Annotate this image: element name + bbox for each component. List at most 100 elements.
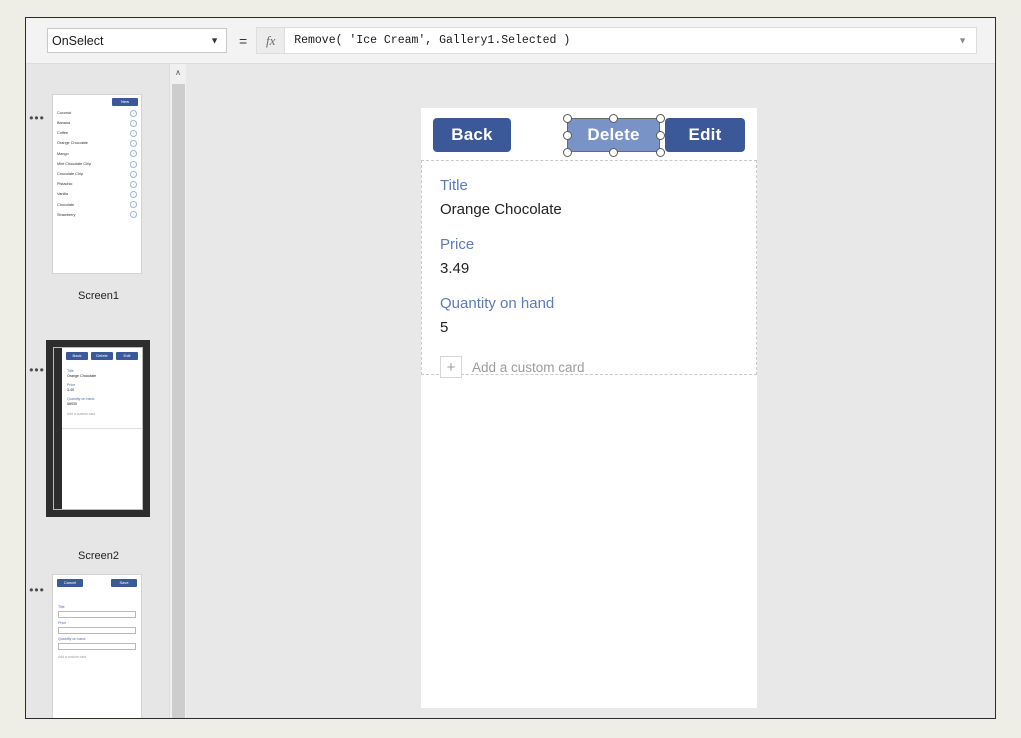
list-item: Pistachio › xyxy=(53,179,141,189)
back-button[interactable]: Back xyxy=(433,118,511,152)
thumb-gallery-list: Coconut › Banana › Coffee › Orange Choco… xyxy=(53,108,141,220)
chevron-right-icon: › xyxy=(130,140,137,148)
chevron-right-icon: › xyxy=(130,180,137,188)
studio-body: ••• New Coconut › Banana › Coffee › Oran… xyxy=(26,64,995,718)
plus-icon[interactable]: + xyxy=(440,356,462,378)
screen1-thumbnail[interactable]: New Coconut › Banana › Coffee › Orange C… xyxy=(52,94,142,274)
list-item-label: Coffee xyxy=(57,131,69,136)
thumb-delete-button: Delete xyxy=(91,352,113,360)
list-item: Chocolate › xyxy=(53,200,141,210)
thumb-field-value: Orange Chocolate xyxy=(67,374,97,379)
screenshot-root: OnSelect ▼ = fx Remove( 'Ice Cream', Gal… xyxy=(0,0,1021,738)
chevron-right-icon: › xyxy=(130,170,137,178)
thumb-field-label: Quantity on hand xyxy=(58,636,86,641)
list-item-label: Orange Chocolate xyxy=(57,141,88,146)
screen2-label: Screen2 xyxy=(78,550,119,562)
list-item: Mango › xyxy=(53,149,141,159)
property-select[interactable]: OnSelect xyxy=(47,28,227,53)
chevron-right-icon: › xyxy=(130,211,137,219)
thumb-form: Title Orange Chocolate Price 3.49 Quanti… xyxy=(62,363,142,420)
edit-button[interactable]: Edit xyxy=(665,118,745,152)
chevron-right-icon: › xyxy=(130,201,137,209)
tree-scrollbar[interactable]: ∧ xyxy=(169,64,186,718)
screen3-context-menu-icon[interactable]: ••• xyxy=(29,584,45,596)
thumb-save-button: Save xyxy=(111,579,137,587)
list-item-label: Mango xyxy=(57,151,69,156)
list-item-label: Chocolate xyxy=(57,202,75,207)
selection-handle-bottom-left[interactable] xyxy=(563,148,572,157)
field-label-title: Title xyxy=(440,177,468,194)
scroll-up-arrow-icon[interactable]: ∧ xyxy=(170,64,186,81)
thumb-button-row: Cancel Save xyxy=(53,575,141,590)
thumb-field-input xyxy=(58,611,136,618)
chevron-right-icon: › xyxy=(130,160,137,168)
thumb-edit-button: Edit xyxy=(116,352,138,360)
add-custom-card-row[interactable]: + Add a custom card xyxy=(440,356,738,378)
thumb-form: Title Price Quantity on hand Add a custo… xyxy=(53,590,141,662)
selection-handle-middle-right[interactable] xyxy=(656,131,665,140)
thumb-cancel-button: Cancel xyxy=(57,579,83,587)
screen-entry-screen2[interactable]: ••• Back Delete Edit Title Orange Chocol… xyxy=(26,340,169,584)
thumb-add-card-label: Add a custom card xyxy=(67,412,96,417)
screen2-context-menu-icon[interactable]: ••• xyxy=(29,364,45,376)
selection-handle-top-left[interactable] xyxy=(563,114,572,123)
list-item: Coffee › xyxy=(53,128,141,138)
chevron-right-icon: › xyxy=(130,191,137,199)
list-item: Orange Chocolate › xyxy=(53,139,141,149)
thumb-field-value: 3.49 xyxy=(67,388,74,393)
field-label-quantity: Quantity on hand xyxy=(440,295,555,312)
list-item: Coconut › xyxy=(53,108,141,118)
screen-tree-pane: ••• New Coconut › Banana › Coffee › Oran… xyxy=(26,64,169,718)
formula-bar: OnSelect ▼ = fx Remove( 'Ice Cream', Gal… xyxy=(26,18,995,64)
fx-icon: fx xyxy=(256,27,285,54)
thumb-field-input xyxy=(58,627,136,634)
screen1-context-menu-icon[interactable]: ••• xyxy=(29,112,45,124)
screen2-thumbnail[interactable]: Back Delete Edit Title Orange Chocolate … xyxy=(46,340,150,517)
list-item: Strawberry › xyxy=(53,210,141,220)
list-item-label: Coconut xyxy=(57,110,72,115)
chevron-right-icon: › xyxy=(130,109,137,117)
chevron-right-icon: › xyxy=(130,129,137,137)
screen1-label: Screen1 xyxy=(78,290,119,302)
app-screen-canvas: Back Delete Edit Title Orange Chocolate … xyxy=(421,108,757,708)
formula-expand-chevron-icon[interactable]: ▼ xyxy=(958,36,967,45)
list-item-label: Vanilla xyxy=(57,192,69,197)
powerapps-studio-window: OnSelect ▼ = fx Remove( 'Ice Cream', Gal… xyxy=(25,17,996,719)
thumb-button-row: Back Delete Edit xyxy=(62,348,142,363)
formula-text: Remove( 'Ice Cream', Gallery1.Selected ) xyxy=(294,34,571,47)
thumb-field-label: Title xyxy=(58,605,65,609)
field-label-price: Price xyxy=(440,236,475,253)
field-value-quantity: 5 xyxy=(440,319,449,336)
field-value-price: 3.49 xyxy=(440,260,470,277)
thumb-field-label: Price xyxy=(58,620,67,625)
chevron-right-icon: › xyxy=(130,119,137,127)
selection-handle-top-center[interactable] xyxy=(609,114,618,123)
thumb-field-input xyxy=(58,643,136,650)
screen2-selection-strip xyxy=(54,348,62,509)
selection-handle-bottom-right[interactable] xyxy=(656,148,665,157)
thumb-back-button: Back xyxy=(66,352,88,360)
canvas-pane: Back Delete Edit Title Orange Chocolate … xyxy=(187,64,995,718)
thumb-field-value: 58930 xyxy=(67,401,77,406)
screen3-thumbnail[interactable]: Cancel Save Title Price Quantity on hand… xyxy=(52,574,142,718)
screen-entry-screen3[interactable]: ••• Cancel Save Title Price Quantity on … xyxy=(26,574,169,718)
field-value-title: Orange Chocolate xyxy=(440,201,562,218)
formula-input[interactable]: Remove( 'Ice Cream', Gallery1.Selected )… xyxy=(284,27,977,54)
selection-handle-bottom-center[interactable] xyxy=(609,148,618,157)
list-item: Banana › xyxy=(53,118,141,128)
display-form[interactable]: Title Orange Chocolate Price 3.49 Quanti… xyxy=(421,160,757,378)
screen-top-button-bar: Back Delete Edit xyxy=(421,108,757,160)
equals-sign: = xyxy=(239,32,248,49)
selection-handle-top-right[interactable] xyxy=(656,114,665,123)
selection-handle-middle-left[interactable] xyxy=(563,131,572,140)
thumb-add-card-label: Add a custom card xyxy=(58,654,87,659)
list-item: Chocolate Chip › xyxy=(53,169,141,179)
thumb-new-button: New xyxy=(112,98,138,106)
property-select-wrapper: OnSelect ▼ xyxy=(47,28,227,53)
delete-button[interactable]: Delete xyxy=(567,118,660,152)
screen-entry-screen1[interactable]: ••• New Coconut › Banana › Coffee › Oran… xyxy=(26,94,169,324)
scrollbar-thumb[interactable] xyxy=(172,84,185,718)
list-item-label: Banana xyxy=(57,121,71,125)
list-item-label: Pistachio xyxy=(57,182,73,187)
add-custom-card-label: Add a custom card xyxy=(472,359,585,375)
